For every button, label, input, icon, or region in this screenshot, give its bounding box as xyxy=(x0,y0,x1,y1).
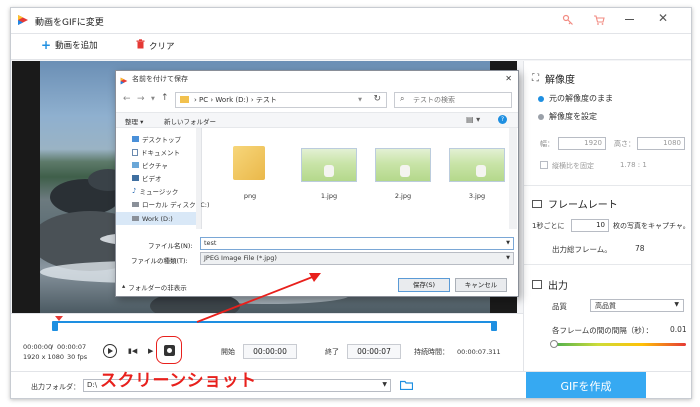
screenshot-annotation-label: スクリーンショット xyxy=(100,371,257,391)
app-window: 動画をGIFに変更 ✕ + 動画を追加 クリア 00:00:00 / 00:00… xyxy=(10,7,692,399)
annotation-arrow xyxy=(196,273,321,323)
